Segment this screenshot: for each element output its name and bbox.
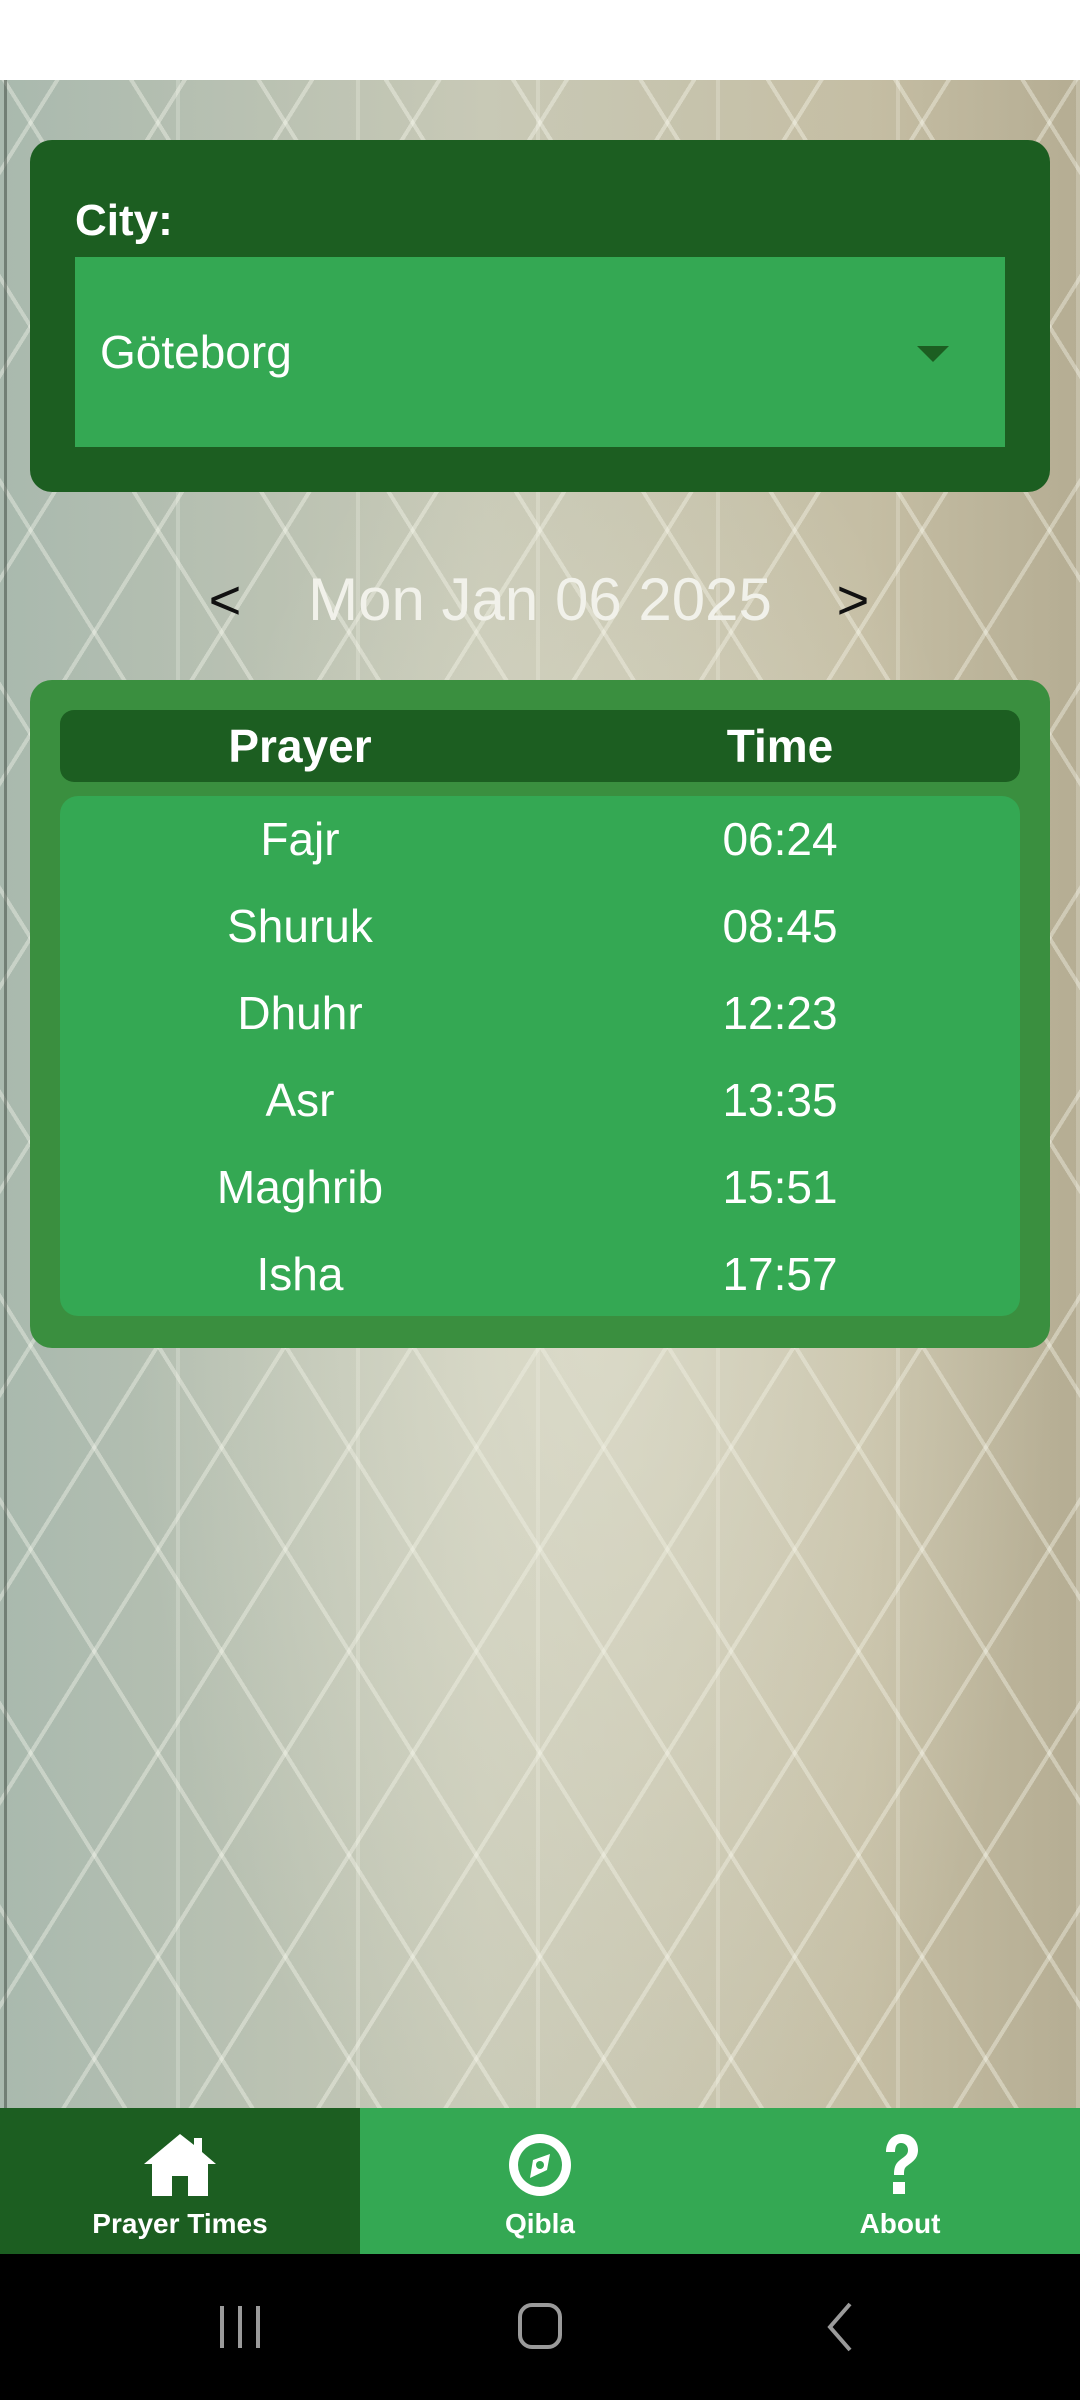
prayer-name: Fajr: [260, 813, 340, 865]
previous-day-button[interactable]: <: [185, 550, 265, 650]
city-dropdown-value: Göteborg: [100, 326, 292, 378]
table-header: Prayer Time: [60, 710, 1020, 782]
nav-prayer-times[interactable]: Prayer Times: [0, 2108, 360, 2254]
prayer-name: Maghrib: [216, 1161, 384, 1213]
prayer-time: 15:51: [722, 1161, 838, 1213]
app-content: City: Göteborg Mon Jan 06 2025 < > Praye…: [0, 80, 1080, 2108]
question-icon: [886, 2134, 918, 2194]
table-row: Fajr 06:24: [60, 796, 1020, 883]
dropdown-arrow-icon: [917, 346, 949, 362]
bottom-navigation: Prayer Times Qibla About: [0, 2108, 1080, 2254]
next-day-button[interactable]: >: [813, 550, 893, 650]
recent-apps-icon[interactable]: [200, 2292, 280, 2362]
back-icon[interactable]: [800, 2292, 880, 2362]
table-row: Dhuhr 12:23: [60, 970, 1020, 1057]
city-label: City:: [75, 196, 173, 245]
table-row: Shuruk 08:45: [60, 883, 1020, 970]
city-card: City: Göteborg: [30, 140, 1050, 492]
table-body: Fajr 06:24 Shuruk 08:45 Dhuhr 12:23 Asr …: [60, 796, 1020, 1316]
prayer-times-card: Prayer Time Fajr 06:24 Shuruk 08:45 Dhuh…: [30, 680, 1050, 1348]
date-navigator: Mon Jan 06 2025 < >: [0, 550, 1080, 650]
prayer-name: Dhuhr: [237, 987, 363, 1039]
header-time: Time: [726, 720, 834, 772]
current-date: Mon Jan 06 2025: [308, 566, 772, 633]
city-dropdown[interactable]: Göteborg: [75, 257, 1005, 447]
compass-icon: [509, 2134, 571, 2196]
table-row: Asr 13:35: [60, 1057, 1020, 1144]
prayer-time: 13:35: [722, 1074, 838, 1126]
prayer-time: 12:23: [722, 987, 838, 1039]
table-row: Maghrib 15:51: [60, 1144, 1020, 1231]
table-row: Isha 17:57: [60, 1231, 1020, 1318]
system-navigation-bar: [0, 2254, 1080, 2400]
status-bar: [0, 0, 1080, 80]
prayer-name: Shuruk: [227, 900, 373, 952]
header-prayer: Prayer: [228, 720, 372, 772]
prayer-time: 06:24: [722, 813, 838, 865]
edge-line: [4, 80, 7, 2108]
nav-label: Qibla: [504, 2208, 575, 2239]
nav-about[interactable]: About: [720, 2108, 1080, 2254]
nav-label: Prayer Times: [92, 2208, 268, 2239]
prayer-time: 17:57: [722, 1248, 838, 1300]
nav-label: About: [859, 2208, 941, 2239]
home-button-icon[interactable]: [500, 2292, 580, 2362]
prayer-time: 08:45: [722, 900, 838, 952]
nav-qibla[interactable]: Qibla: [360, 2108, 720, 2254]
prayer-name: Isha: [256, 1248, 344, 1300]
prayer-name: Asr: [265, 1074, 335, 1126]
home-icon: [144, 2134, 216, 2196]
